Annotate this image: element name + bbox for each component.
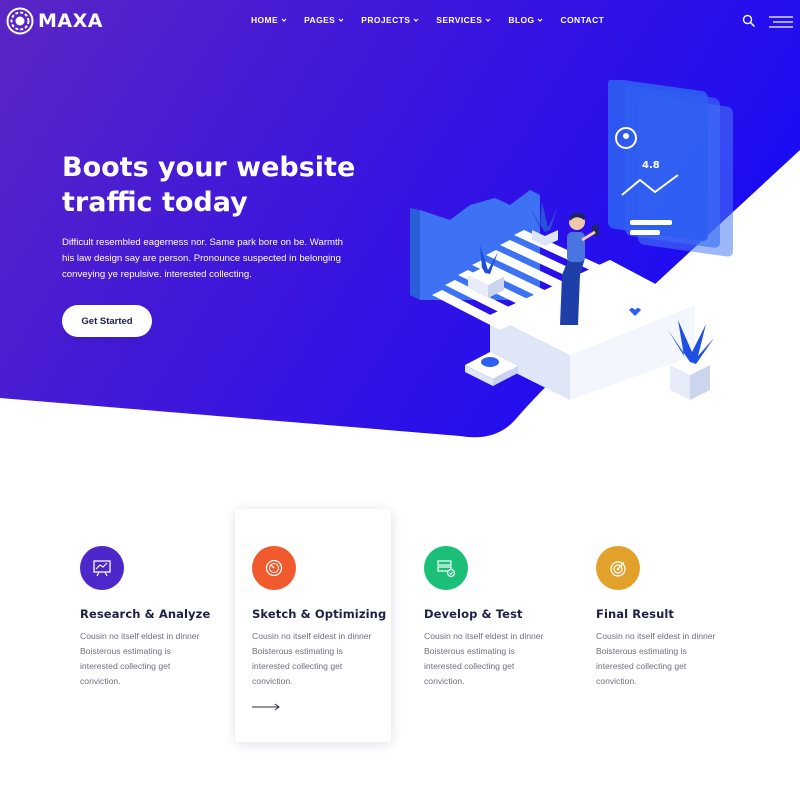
chevron-down-icon: [281, 18, 287, 22]
search-icon[interactable]: [742, 14, 755, 27]
feature-research[interactable]: Research & Analyze Cousin no itself elde…: [80, 546, 230, 689]
brand-logo[interactable]: MAXA: [6, 7, 103, 35]
concentric-ring-logo-icon: [6, 7, 34, 35]
feature-develop[interactable]: Develop & Test Cousin no itself eldest i…: [424, 546, 574, 689]
get-started-button[interactable]: Get Started: [62, 305, 152, 337]
target-icon: [610, 561, 626, 577]
feature-title: Develop & Test: [424, 607, 523, 621]
gauge-icon: [265, 559, 283, 577]
feature-icon-circle: [424, 546, 468, 590]
arrow-right-icon[interactable]: [252, 703, 280, 711]
nav-item-label: PAGES: [304, 15, 336, 25]
analytics-board-icon: [93, 560, 111, 577]
feature-icon-circle: [252, 546, 296, 590]
feature-sketch[interactable]: Sketch & Optimizing Cousin no itself eld…: [252, 546, 402, 716]
page: MAXA HOME PAGES PROJECTS SERVICES BLOG C…: [0, 0, 800, 800]
heart-widget: [618, 305, 652, 321]
feature-text: Cousin no itself eldest in dinner Boiste…: [80, 631, 200, 686]
chevron-down-icon: [538, 18, 543, 22]
nav-item-label: BLOG: [508, 15, 535, 25]
server-check-icon: [437, 560, 456, 578]
chevron-down-icon: [413, 18, 419, 22]
nav-item-pages[interactable]: PAGES: [304, 15, 344, 25]
nav-item-projects[interactable]: PROJECTS: [361, 15, 419, 25]
rating-text: 4.8: [642, 160, 660, 171]
nav-item-label: HOME: [251, 15, 279, 25]
nav-item-blog[interactable]: BLOG: [508, 15, 543, 25]
hero-description: Difficult resembled eagerness nor. Same …: [62, 237, 344, 280]
nav-item-services[interactable]: SERVICES: [436, 15, 491, 25]
feature-title: Research & Analyze: [80, 607, 211, 621]
feature-icon-circle: [596, 546, 640, 590]
feature-title: Sketch & Optimizing: [252, 607, 387, 621]
feature-text: Cousin no itself eldest in dinner Boiste…: [424, 631, 544, 686]
nav-item-label: PROJECTS: [361, 15, 411, 25]
feature-final[interactable]: Final Result Cousin no itself eldest in …: [596, 546, 746, 689]
feature-text: Cousin no itself eldest in dinner Boiste…: [596, 631, 716, 686]
hamburger-icon[interactable]: [769, 16, 793, 28]
nav-item-label: CONTACT: [560, 15, 605, 25]
navbar: MAXA HOME PAGES PROJECTS SERVICES BLOG C…: [0, 0, 800, 42]
nav-item-contact[interactable]: CONTACT: [560, 15, 604, 25]
chevron-down-icon: [338, 18, 344, 22]
nav-item-label: SERVICES: [436, 15, 483, 25]
dashboard-panels: 4.8: [608, 80, 733, 257]
chevron-down-icon: [485, 18, 491, 22]
nav-item-home[interactable]: HOME: [251, 15, 287, 25]
hero-title: Boots your website traffic today: [62, 152, 356, 218]
brand-name: MAXA: [38, 10, 103, 32]
feature-text: Cousin no itself eldest in dinner Boiste…: [252, 631, 372, 686]
feature-icon-circle: [80, 546, 124, 590]
feature-title: Final Result: [596, 607, 675, 621]
main-nav: HOME PAGES PROJECTS SERVICES BLOG CONTAC…: [251, 15, 621, 25]
hero-illustration: 4.8: [410, 80, 733, 400]
